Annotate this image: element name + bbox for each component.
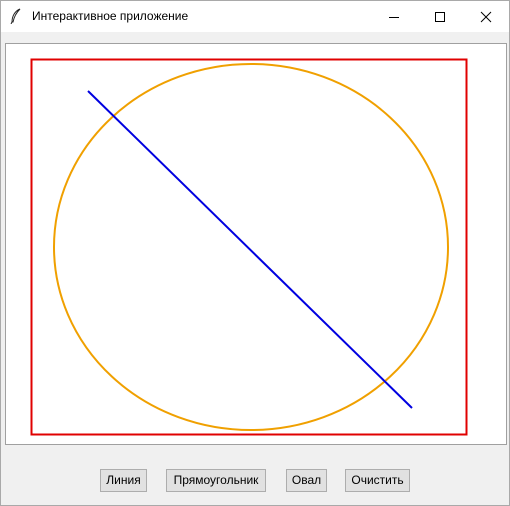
drawing-canvas[interactable]: [5, 43, 507, 445]
app-window: Интерактивное приложение: [0, 0, 510, 506]
minimize-button[interactable]: [371, 1, 417, 32]
oval-button[interactable]: Овал: [286, 469, 327, 492]
close-button[interactable]: [463, 1, 509, 32]
clear-button[interactable]: Очистить: [345, 469, 410, 492]
window-title: Интерактивное приложение: [32, 9, 189, 23]
rectangle-button[interactable]: Прямоугольник: [166, 469, 266, 492]
blue-line: [87, 90, 413, 409]
feather-icon: [9, 8, 23, 25]
line-button[interactable]: Линия: [100, 469, 147, 492]
orange-oval: [53, 63, 449, 431]
maximize-button[interactable]: [417, 1, 463, 32]
title-bar[interactable]: Интерактивное приложение: [1, 1, 509, 32]
red-rectangle: [30, 58, 468, 436]
